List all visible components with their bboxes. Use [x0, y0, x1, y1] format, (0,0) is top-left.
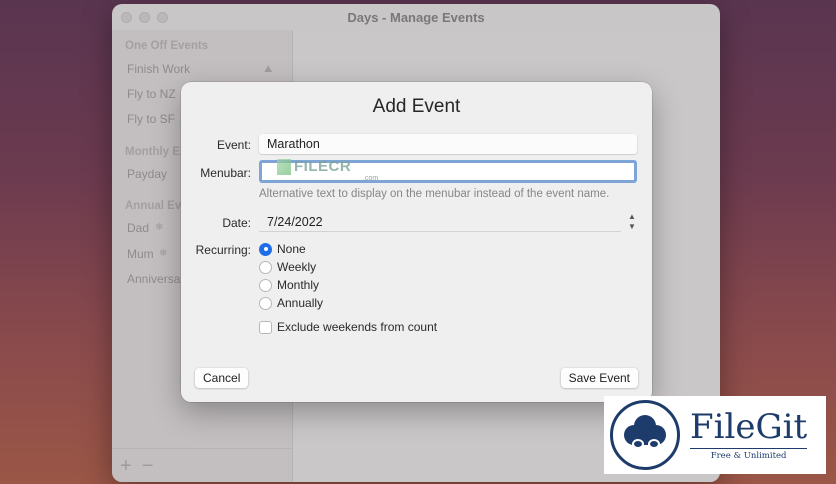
date-stepper[interactable]: ▲ ▼ — [625, 212, 639, 234]
sidebar-item-payday[interactable]: Payday — [127, 167, 167, 181]
mountain-icon: ⛰ — [264, 64, 273, 75]
filecr-logo-icon — [277, 158, 291, 175]
filegit-watermark: FileGit Free & Unlimited — [604, 396, 826, 474]
recurring-option-annually[interactable]: Annually — [259, 296, 323, 310]
filegit-logo-icon — [610, 400, 680, 470]
menubar-help-text: Alternative text to display on the menub… — [259, 188, 610, 200]
save-event-button[interactable]: Save Event — [560, 368, 638, 388]
window-title: Days - Manage Events — [347, 9, 485, 25]
sidebar-item-anniversary[interactable]: Anniversa — [127, 272, 180, 286]
filecr-text: FILECR — [294, 158, 352, 175]
recurring-label: Recurring: — [195, 243, 251, 257]
date-input[interactable]: 7/24/2022 — [259, 212, 621, 232]
radio-selected-icon[interactable] — [259, 242, 272, 256]
sidebar-item-fly-sf[interactable]: Fly to SF — [127, 112, 175, 126]
radio-icon[interactable] — [259, 278, 272, 292]
radio-icon[interactable] — [259, 296, 272, 310]
zoom-window-button[interactable] — [157, 12, 168, 23]
event-label: Event: — [216, 138, 251, 152]
window-controls — [121, 12, 168, 23]
event-name-input[interactable]: Marathon — [259, 134, 637, 154]
chevron-up-icon[interactable]: ▲ — [625, 212, 639, 222]
radio-label: Monthly — [277, 278, 320, 292]
recurring-option-monthly[interactable]: Monthly — [259, 278, 319, 292]
snowflake-icon: ❄ — [159, 248, 168, 259]
checkbox-label: Exclude weekends from count — [277, 320, 438, 334]
minimize-window-button[interactable] — [139, 12, 150, 23]
add-event-dialog: Add Event Event: Marathon Menubar: Alter… — [181, 82, 652, 402]
section-heading-one-off: One Off Events — [125, 40, 209, 52]
title-bar: Days - Manage Events — [112, 4, 720, 30]
filegit-name: FileGit — [690, 406, 808, 447]
filecr-watermark: FILECR .com — [277, 158, 378, 182]
chevron-down-icon[interactable]: ▼ — [625, 222, 639, 232]
section-heading-monthly: Monthly E — [125, 146, 180, 158]
filecr-domain: .com — [363, 175, 379, 182]
date-label: Date: — [222, 216, 251, 230]
cancel-button[interactable]: Cancel — [195, 368, 249, 388]
sidebar-toolbar: + − — [112, 448, 292, 482]
recurring-option-none[interactable]: None — [259, 242, 306, 256]
radio-label: None — [277, 242, 306, 256]
dialog-title: Add Event — [372, 96, 461, 117]
radio-icon[interactable] — [259, 260, 272, 274]
close-window-button[interactable] — [121, 12, 132, 23]
remove-event-button[interactable]: − — [142, 456, 154, 476]
radio-label: Annually — [277, 296, 324, 310]
sidebar-item-finish-work[interactable]: Finish Work — [127, 62, 190, 76]
sidebar-item-fly-nz[interactable]: Fly to NZ — [127, 87, 176, 101]
add-event-button[interactable]: + — [120, 456, 132, 476]
exclude-weekends-checkbox[interactable]: Exclude weekends from count — [259, 320, 437, 334]
filegit-tagline: Free & Unlimited — [690, 447, 808, 461]
recurring-option-weekly[interactable]: Weekly — [259, 260, 316, 274]
radio-label: Weekly — [277, 260, 317, 274]
sidebar-item-dad[interactable]: Dad — [127, 221, 149, 235]
menubar-label: Menubar: — [200, 166, 251, 180]
section-heading-annual: Annual Ev — [125, 200, 182, 212]
sidebar-item-mum[interactable]: Mum — [127, 247, 154, 261]
checkbox-icon[interactable] — [259, 320, 272, 334]
snowflake-icon: ❄ — [155, 222, 164, 233]
